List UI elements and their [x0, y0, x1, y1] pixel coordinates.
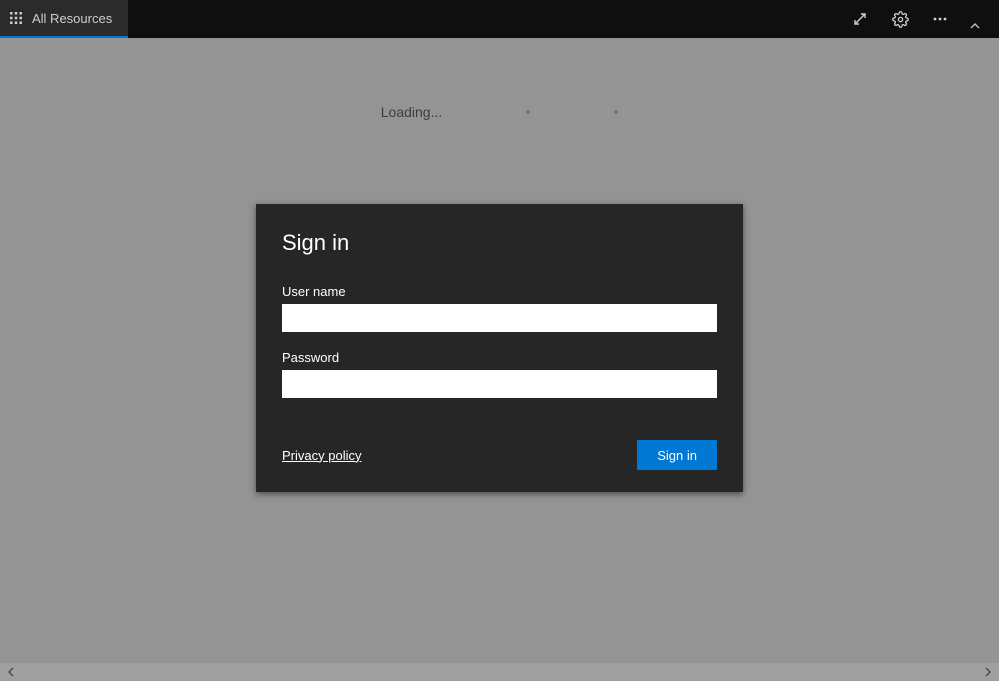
signin-dialog: Sign in User name Password Privacy polic… [256, 204, 743, 492]
ellipsis-icon [932, 11, 948, 27]
statusbar [0, 663, 999, 681]
dialog-title: Sign in [282, 230, 717, 256]
scroll-right[interactable] [981, 666, 995, 679]
tab-all-resources[interactable]: All Resources [0, 0, 128, 38]
topbar-actions [841, 0, 999, 38]
scroll-left[interactable] [4, 666, 18, 679]
chevron-up-icon [970, 16, 980, 34]
tab-label: All Resources [32, 11, 112, 26]
username-field: User name [282, 284, 717, 332]
password-field: Password [282, 350, 717, 398]
gear-icon [892, 11, 909, 28]
password-input[interactable] [282, 370, 717, 398]
app-root: All Resources [0, 0, 999, 681]
settings-button[interactable] [881, 0, 919, 38]
more-button[interactable] [921, 0, 959, 38]
username-label: User name [282, 284, 717, 299]
topbar: All Resources [0, 0, 999, 38]
chevron-right-icon [984, 666, 992, 679]
chevron-left-icon [7, 666, 15, 679]
expand-button[interactable] [841, 0, 879, 38]
username-input[interactable] [282, 304, 717, 332]
expand-icon [852, 11, 868, 27]
dialog-footer: Privacy policy Sign in [282, 440, 717, 470]
collapse-button[interactable] [961, 0, 989, 38]
apps-grid-icon [8, 10, 24, 26]
signin-button[interactable]: Sign in [637, 440, 717, 470]
privacy-policy-link[interactable]: Privacy policy [282, 448, 361, 463]
password-label: Password [282, 350, 717, 365]
